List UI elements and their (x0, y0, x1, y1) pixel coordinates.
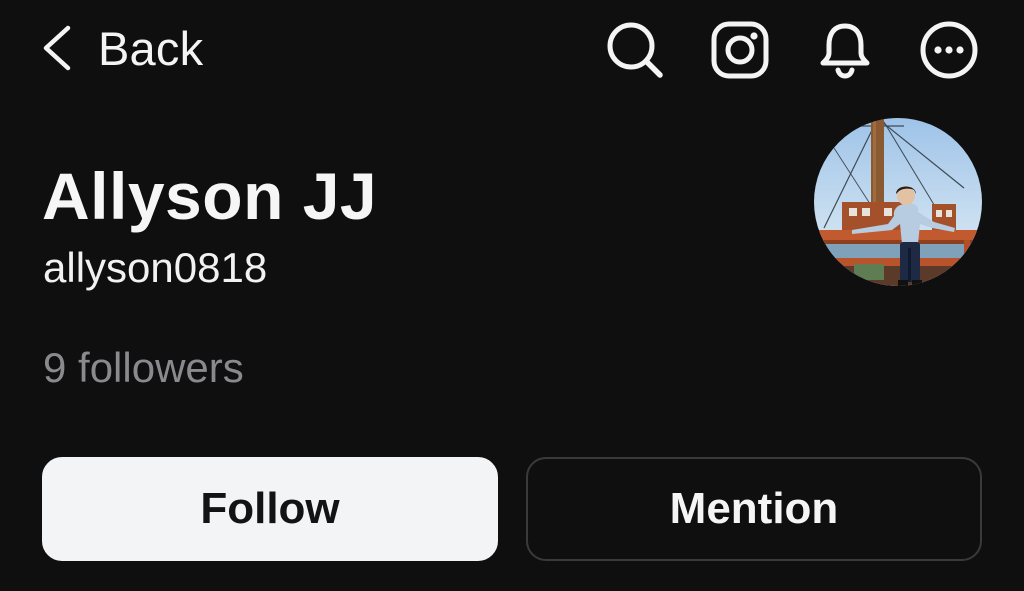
followers-count[interactable]: 9 followers (43, 342, 244, 394)
profile-username: allyson0818 (43, 244, 268, 291)
instagram-icon (711, 21, 769, 79)
chevron-left-icon (43, 25, 71, 71)
mention-button[interactable]: Mention (526, 457, 982, 561)
top-bar: Back (0, 0, 1024, 96)
avatar[interactable] (814, 118, 982, 286)
more-options-button[interactable] (918, 19, 980, 81)
avatar-photo (814, 118, 982, 286)
search-button[interactable] (604, 19, 666, 81)
more-icon (920, 21, 978, 79)
instagram-button[interactable] (709, 19, 771, 81)
back-label: Back (98, 21, 204, 75)
back-button[interactable]: Back (40, 20, 203, 76)
bell-icon (820, 23, 870, 79)
profile-display-name: Allyson JJ (42, 159, 378, 233)
follow-button[interactable]: Follow (42, 457, 498, 561)
search-icon (607, 22, 663, 78)
notifications-button[interactable] (814, 19, 876, 81)
